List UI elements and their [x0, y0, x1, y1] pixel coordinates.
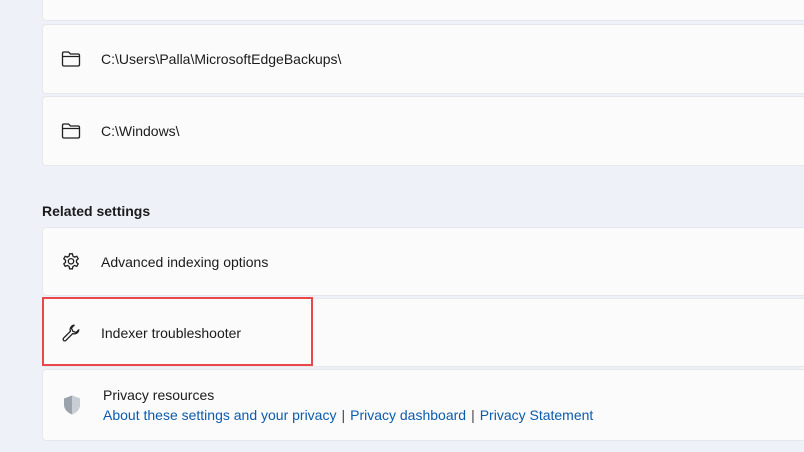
folder-row-edge-backups[interactable]: C:\Users\Palla\MicrosoftEdgeBackups\ [42, 24, 804, 94]
folder-row-windows[interactable]: C:\Windows\ [42, 96, 804, 166]
folder-icon [61, 49, 81, 69]
privacy-resources-title: Privacy resources [103, 387, 215, 403]
advanced-indexing-options-label: Advanced indexing options [101, 253, 269, 270]
link-separator: | [471, 407, 475, 423]
folder-card-top-partial [42, 0, 804, 21]
indexer-troubleshooter-item[interactable]: Indexer troubleshooter [42, 298, 804, 367]
privacy-resources-card: Privacy resources About these settings a… [42, 369, 804, 441]
gear-icon [61, 252, 81, 272]
privacy-links: About these settings and your privacy | Pr… [103, 407, 593, 423]
about-settings-privacy-link[interactable]: About these settings and your privacy [103, 407, 336, 423]
folder-icon [61, 121, 81, 141]
wrench-icon [61, 323, 81, 343]
shield-icon [61, 395, 83, 415]
related-settings-heading: Related settings [42, 203, 151, 219]
folder-path-label: C:\Users\Palla\MicrosoftEdgeBackups\ [101, 51, 342, 67]
settings-page: C:\Users\Palla\MicrosoftEdgeBackups\ C:\… [0, 0, 804, 452]
privacy-dashboard-link[interactable]: Privacy dashboard [350, 407, 466, 423]
advanced-indexing-options-item[interactable]: Advanced indexing options [42, 227, 804, 296]
link-separator: | [341, 407, 346, 423]
indexer-troubleshooter-label: Indexer troubleshooter [101, 324, 242, 341]
folder-path-label: C:\Windows\ [101, 123, 180, 139]
privacy-statement-link[interactable]: Privacy Statement [480, 407, 594, 423]
